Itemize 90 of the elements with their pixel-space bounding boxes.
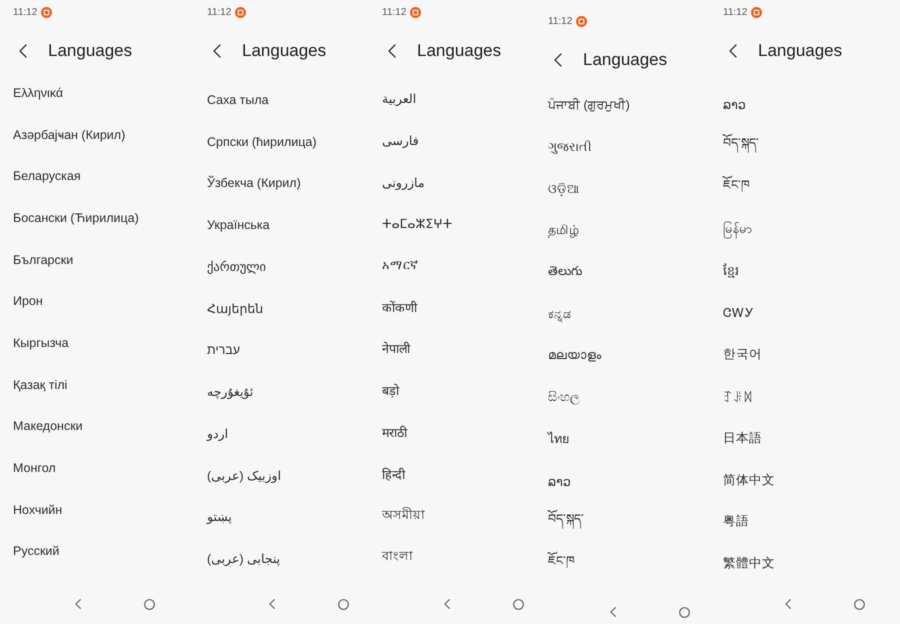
language-item[interactable]: Українська bbox=[194, 204, 369, 246]
nav-back-icon[interactable] bbox=[444, 599, 450, 609]
language-item[interactable]: Македонски bbox=[0, 406, 194, 448]
page-title: Languages bbox=[417, 41, 502, 61]
language-item[interactable]: اردو bbox=[194, 412, 369, 454]
language-item[interactable]: پنجابی (عربی) bbox=[194, 538, 369, 580]
status-time: 11:12 bbox=[382, 6, 406, 18]
language-item[interactable]: ئۇيغۇرچە bbox=[194, 370, 369, 412]
status-time: 11:12 bbox=[207, 6, 232, 18]
page-title: Languages bbox=[758, 41, 842, 61]
language-item[interactable]: Монгол bbox=[0, 447, 194, 489]
nav-back-icon[interactable] bbox=[75, 599, 81, 609]
language-item[interactable]: Ελληνικά bbox=[0, 72, 194, 114]
language-item[interactable]: 日本語 bbox=[710, 418, 900, 460]
language-item[interactable]: مازرونی bbox=[369, 161, 535, 204]
language-item[interactable]: ქართული bbox=[194, 246, 369, 288]
language-item[interactable]: ꆈꌠꉙ bbox=[710, 376, 900, 418]
notification-icon bbox=[41, 6, 52, 18]
language-item[interactable]: ཇོང་ཁ bbox=[535, 544, 710, 586]
language-item[interactable]: ଓଡ଼ିଆ bbox=[535, 168, 710, 210]
language-item[interactable]: ไทย bbox=[535, 418, 710, 460]
language-item[interactable]: ລາວ bbox=[710, 84, 900, 126]
language-item[interactable]: 繁體中文 bbox=[710, 542, 900, 584]
language-item[interactable]: ᏣᎳᎩ bbox=[710, 292, 900, 334]
nav-back-icon[interactable] bbox=[269, 599, 275, 609]
language-item[interactable]: Азәрбајҹан (Кирил) bbox=[0, 114, 194, 156]
language-item[interactable]: Босански (Ћирилица) bbox=[0, 197, 194, 239]
notification-icon bbox=[235, 6, 246, 18]
back-icon[interactable] bbox=[729, 44, 737, 58]
language-item[interactable]: 简体中文 bbox=[710, 459, 900, 501]
language-item[interactable]: ລາວ bbox=[535, 460, 710, 502]
language-item[interactable]: ਪੰਜਾਬੀ (ਗੁਰਮੁਖੀ) bbox=[535, 85, 710, 127]
language-item[interactable]: עברית bbox=[194, 329, 369, 371]
language-item[interactable]: ខ្មែរ bbox=[710, 250, 900, 292]
page-title: Languages bbox=[48, 41, 132, 61]
home-icon[interactable] bbox=[513, 598, 524, 610]
language-item[interactable]: සිංහල bbox=[535, 376, 710, 418]
notification-icon bbox=[576, 16, 588, 26]
language-item[interactable]: Саха тыла bbox=[194, 79, 369, 121]
language-item[interactable]: Нохчийн bbox=[0, 488, 194, 531]
back-icon[interactable] bbox=[554, 53, 562, 67]
language-item[interactable]: Беларуская bbox=[0, 155, 194, 198]
language-item[interactable]: कोंकणी bbox=[369, 286, 535, 328]
back-icon[interactable] bbox=[213, 44, 221, 58]
language-item[interactable]: తెలుగు bbox=[535, 252, 710, 294]
language-item[interactable]: বাংলা bbox=[369, 536, 535, 578]
language-item[interactable]: Қазақ тілі bbox=[0, 364, 194, 406]
language-item[interactable]: Ўзбекча (Кирил) bbox=[194, 162, 369, 204]
language-item[interactable]: ಕನ್ನಡ bbox=[535, 293, 710, 336]
language-item[interactable]: Српски (ћирилица) bbox=[194, 120, 369, 162]
language-item[interactable]: አማርኛ bbox=[369, 244, 535, 286]
language-item[interactable]: தமிழ் bbox=[535, 210, 710, 252]
status-time: 11:12 bbox=[13, 6, 38, 18]
language-item[interactable]: नेपाली bbox=[369, 328, 535, 370]
page-title: Languages bbox=[583, 50, 668, 70]
language-item[interactable]: मराठी bbox=[369, 412, 535, 454]
language-item[interactable]: བོད་སྐད་ bbox=[710, 126, 900, 168]
language-item[interactable]: မြန်မာ bbox=[710, 209, 900, 251]
status-time: 11:12 bbox=[548, 16, 572, 26]
back-icon[interactable] bbox=[388, 44, 396, 58]
notification-icon bbox=[751, 6, 762, 18]
language-item[interactable]: മലയാളം bbox=[535, 335, 710, 377]
language-item[interactable]: Հայերեն bbox=[194, 287, 369, 330]
language-item[interactable]: Български bbox=[0, 238, 194, 280]
notification-icon bbox=[410, 6, 422, 18]
language-item[interactable]: Кыргызча bbox=[0, 322, 194, 364]
home-icon[interactable] bbox=[144, 598, 155, 610]
language-item[interactable]: فارسی bbox=[369, 120, 535, 162]
language-item[interactable]: बड़ो bbox=[369, 370, 535, 412]
language-item[interactable]: العربية bbox=[369, 78, 535, 120]
home-icon[interactable] bbox=[679, 606, 690, 618]
home-icon[interactable] bbox=[854, 598, 865, 610]
nav-back-icon[interactable] bbox=[610, 607, 616, 617]
home-icon[interactable] bbox=[338, 598, 349, 610]
back-icon[interactable] bbox=[19, 44, 27, 58]
language-item[interactable]: हिन्दी bbox=[369, 453, 535, 495]
language-item[interactable]: অসমীয়া bbox=[369, 494, 535, 537]
language-item[interactable]: བོད་སྐད་ bbox=[535, 502, 710, 544]
language-item[interactable]: Ирон bbox=[0, 280, 194, 322]
nav-back-icon[interactable] bbox=[785, 599, 791, 609]
language-item[interactable]: پښتو bbox=[194, 496, 369, 538]
page-title: Languages bbox=[242, 41, 326, 61]
language-item[interactable]: Русский bbox=[0, 530, 194, 572]
language-item[interactable]: 한국어 bbox=[710, 334, 900, 376]
language-item[interactable]: ⵜⴰⵎⴰⵣⵉⵖⵜ bbox=[369, 203, 535, 245]
status-time: 11:12 bbox=[723, 6, 748, 18]
language-item[interactable]: 粤語 bbox=[710, 500, 900, 543]
language-item[interactable]: ཇོང་ཁ bbox=[710, 167, 900, 210]
language-item[interactable]: اوزبیک (عربی) bbox=[194, 454, 369, 496]
language-item[interactable]: ગુજરાતી bbox=[535, 126, 710, 168]
